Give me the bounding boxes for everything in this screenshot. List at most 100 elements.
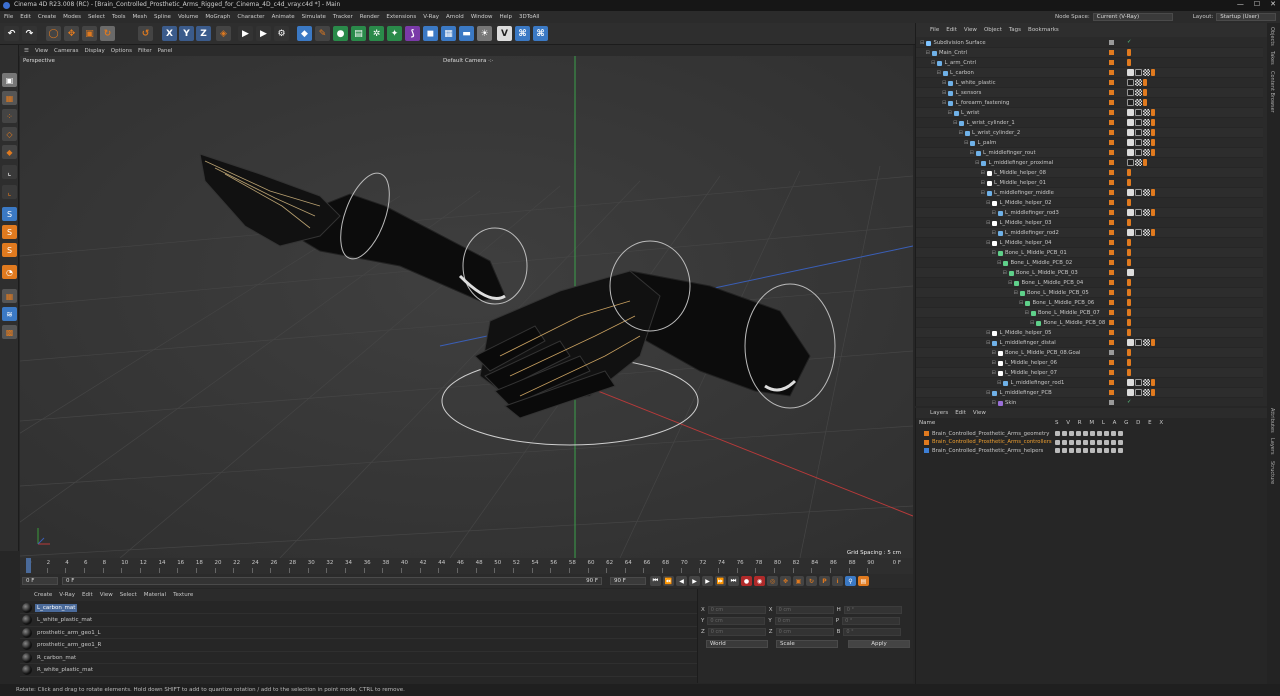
points-mode-icon[interactable]: ⁘ xyxy=(2,109,17,123)
ik-tag-icon[interactable] xyxy=(1127,189,1134,196)
object-row[interactable]: ⊟ Bone_L_Middle_PCB_04 xyxy=(916,278,1263,288)
ik-tag-icon[interactable] xyxy=(1127,209,1134,216)
object-row[interactable]: ⊟ L_forearm_fastening xyxy=(916,98,1263,108)
layer-solo-icon[interactable] xyxy=(1055,439,1060,445)
layer-color-icon[interactable] xyxy=(1109,270,1114,275)
display-tag-icon[interactable] xyxy=(1135,119,1142,126)
material-menu-view[interactable]: View xyxy=(100,592,113,598)
snap-icon[interactable]: ⌞ xyxy=(2,185,17,199)
selection-tag-icon[interactable] xyxy=(1143,99,1147,106)
rot-p-field[interactable]: 0 ° xyxy=(842,616,901,625)
layer-color-icon[interactable] xyxy=(1109,390,1114,395)
material-row[interactable]: prosthetic_arm_geo1_R xyxy=(20,640,697,652)
tree-toggle-icon[interactable]: ⊟ xyxy=(992,230,996,236)
viewport-menu-icon[interactable]: ☰ xyxy=(24,48,29,54)
ik-tag-icon[interactable] xyxy=(1127,339,1134,346)
layout-dropdown[interactable]: Startup (User) xyxy=(1216,13,1277,21)
tree-toggle-icon[interactable]: ⊟ xyxy=(986,200,990,206)
selection-tag-icon[interactable] xyxy=(1127,289,1131,296)
viewport-menu-view[interactable]: View xyxy=(35,48,48,54)
tree-toggle-icon[interactable]: ⊟ xyxy=(942,100,946,106)
layer-locked-icon[interactable] xyxy=(1083,431,1088,436)
display-tag-icon[interactable] xyxy=(1127,159,1134,166)
tree-toggle-icon[interactable]: ⊟ xyxy=(1019,300,1023,306)
layer-color-icon[interactable] xyxy=(1109,60,1114,65)
object-row[interactable]: ⊟ L_palm xyxy=(916,138,1263,148)
layer-solo-icon[interactable] xyxy=(1055,431,1060,436)
ik-tag-icon[interactable] xyxy=(1127,129,1134,136)
object-row[interactable]: ⊟ L_Middle_helper_08 xyxy=(916,168,1263,178)
display-tag-icon[interactable] xyxy=(1135,379,1142,386)
layer-animation-icon[interactable] xyxy=(1090,431,1095,436)
tree-toggle-icon[interactable]: ⊟ xyxy=(953,120,957,126)
tree-toggle-icon[interactable]: ⊟ xyxy=(992,370,996,376)
right-tab-content-browser[interactable]: Content Browser xyxy=(1269,71,1275,113)
layer-row[interactable]: Brain_Controlled_Prosthetic_Arms_helpers xyxy=(916,446,1268,455)
selection-tag-icon[interactable] xyxy=(1127,59,1131,66)
object-row[interactable]: ⊟ Bone_L_Middle_PCB_07 xyxy=(916,308,1263,318)
selection-tag-icon[interactable] xyxy=(1151,109,1155,116)
menu-item-select[interactable]: Select xyxy=(88,14,105,20)
layer-manager-icon[interactable] xyxy=(1076,448,1081,453)
menu-item-window[interactable]: Window xyxy=(471,14,493,20)
selection-tag-icon[interactable] xyxy=(1127,219,1131,226)
right-tab-attributes[interactable]: Attributes xyxy=(1269,408,1275,433)
object-row[interactable]: ⊟ Bone_L_Middle_PCB_03 xyxy=(916,268,1263,278)
light-icon[interactable]: ☀ xyxy=(477,26,492,41)
tree-toggle-icon[interactable]: ⊟ xyxy=(970,150,974,156)
display-tag-icon[interactable] xyxy=(1135,149,1142,156)
selection-tag-icon[interactable] xyxy=(1143,79,1147,86)
right-tab-layers[interactable]: Layers xyxy=(1269,438,1275,455)
tree-toggle-icon[interactable]: ⊟ xyxy=(992,360,996,366)
menu-item-spline[interactable]: Spline xyxy=(154,14,171,20)
go-to-start-icon[interactable]: ⏮ xyxy=(650,576,661,586)
layer-color-icon[interactable] xyxy=(1109,360,1114,365)
layer-menu-view[interactable]: View xyxy=(973,410,986,416)
object-row[interactable]: ⊟ L_wrist_cylinder_2 xyxy=(916,128,1263,138)
mesh-checking-icon[interactable]: ▩ xyxy=(2,325,17,339)
timeline-window-icon[interactable]: ▤ xyxy=(858,576,869,586)
pin-tag-icon[interactable] xyxy=(1127,269,1134,276)
selection-tag-icon[interactable] xyxy=(1127,259,1131,266)
go-to-end-icon[interactable]: ⏭ xyxy=(728,576,739,586)
menu-item-animate[interactable]: Animate xyxy=(272,14,295,20)
grid-icon[interactable]: ▦ xyxy=(2,289,17,303)
object-row[interactable]: ⊟ L_wrist_cylinder_1 xyxy=(916,118,1263,128)
cube-icon[interactable]: ◆ xyxy=(297,26,312,41)
object-row[interactable]: ⊟ Bone_L_Middle_PCB_01 xyxy=(916,248,1263,258)
layer-color-icon[interactable] xyxy=(1109,230,1114,235)
layer-color-icon[interactable] xyxy=(1109,100,1114,105)
menu-item-create[interactable]: Create xyxy=(38,14,56,20)
viewport-camera-label[interactable]: Default Camera ·:· xyxy=(443,58,494,64)
selection-tag-icon[interactable] xyxy=(1127,359,1131,366)
menu-item-v-ray[interactable]: V-Ray xyxy=(423,14,439,20)
layer-color-icon[interactable] xyxy=(1109,150,1114,155)
keyframe-selection-icon[interactable]: ◎ xyxy=(767,576,778,586)
x-axis-icon[interactable]: X xyxy=(162,26,177,41)
object-row[interactable]: ⊟ Bone_L_Middle_PCB_08.Goal xyxy=(916,348,1263,358)
layer-color-icon[interactable] xyxy=(1109,90,1114,95)
viewport-menu-panel[interactable]: Panel xyxy=(158,48,173,54)
selection-tag-icon[interactable] xyxy=(1143,89,1147,96)
layer-locked-icon[interactable] xyxy=(1083,439,1088,445)
material-row[interactable]: prosthetic_arm_geo1_L xyxy=(20,627,697,639)
layer-generators-icon[interactable] xyxy=(1097,448,1102,453)
layer-color-icon[interactable] xyxy=(1109,320,1114,325)
material-tag-icon[interactable] xyxy=(1135,89,1142,96)
object-row[interactable]: ⊟ L_wrist xyxy=(916,108,1263,118)
pos-x-field[interactable]: 0 cm xyxy=(707,605,766,614)
close-button[interactable]: ✕ xyxy=(1270,0,1276,11)
z-axis-icon[interactable]: Z xyxy=(196,26,211,41)
layer-color-icon[interactable] xyxy=(1109,190,1114,195)
size-x-field[interactable]: 0 cm xyxy=(775,605,834,614)
tree-toggle-icon[interactable]: ⊟ xyxy=(1008,280,1012,286)
selection-tag-icon[interactable] xyxy=(1151,129,1155,136)
scale-mode-dropdown[interactable]: Scale xyxy=(776,640,838,648)
object-menu-file[interactable]: File xyxy=(930,27,939,33)
timeline-ruler[interactable]: 0246810121416182022242628303234363840424… xyxy=(20,558,913,574)
material-row[interactable]: L_carbon_mat xyxy=(20,602,697,614)
material-row[interactable]: R_white_plastic_mat xyxy=(20,665,697,677)
menu-item-modes[interactable]: Modes xyxy=(63,14,81,20)
coordinate-system-icon[interactable]: ◈ xyxy=(216,26,231,41)
material-tag-icon[interactable] xyxy=(1135,159,1142,166)
